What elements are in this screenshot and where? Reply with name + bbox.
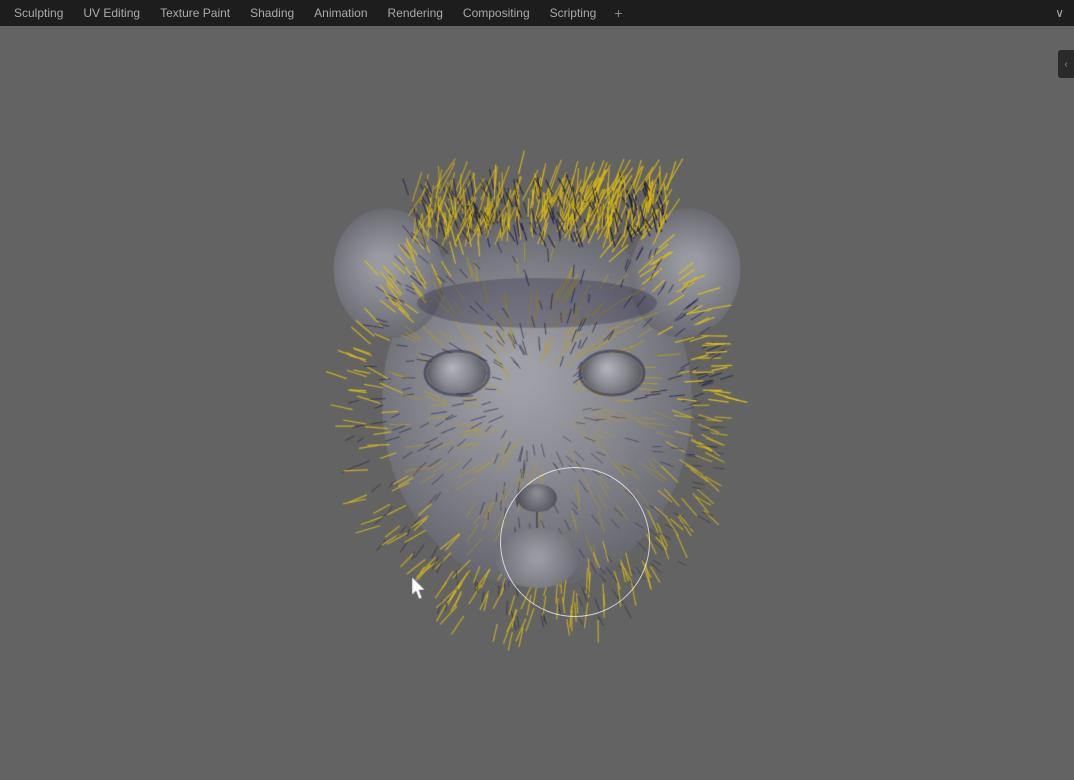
tab-texture-paint[interactable]: Texture Paint [150, 3, 240, 23]
tab-compositing[interactable]: Compositing [453, 3, 540, 23]
side-panel-toggle[interactable]: ‹ [1058, 50, 1074, 78]
tab-animation[interactable]: Animation [304, 3, 377, 23]
viewport[interactable] [0, 26, 1074, 780]
topbar-chevron-icon[interactable]: ∨ [1049, 4, 1070, 22]
tab-sculpting[interactable]: Sculpting [4, 3, 73, 23]
tab-rendering[interactable]: Rendering [378, 3, 453, 23]
tab-scripting[interactable]: Scripting [540, 3, 607, 23]
sculpt-canvas[interactable] [257, 115, 817, 715]
topbar: Sculpting UV Editing Texture Paint Shadi… [0, 0, 1074, 26]
tab-uv-editing[interactable]: UV Editing [73, 3, 150, 23]
side-arrow-icon: ‹ [1064, 59, 1067, 70]
tab-shading[interactable]: Shading [240, 3, 304, 23]
add-tab-button[interactable]: + [606, 3, 630, 23]
